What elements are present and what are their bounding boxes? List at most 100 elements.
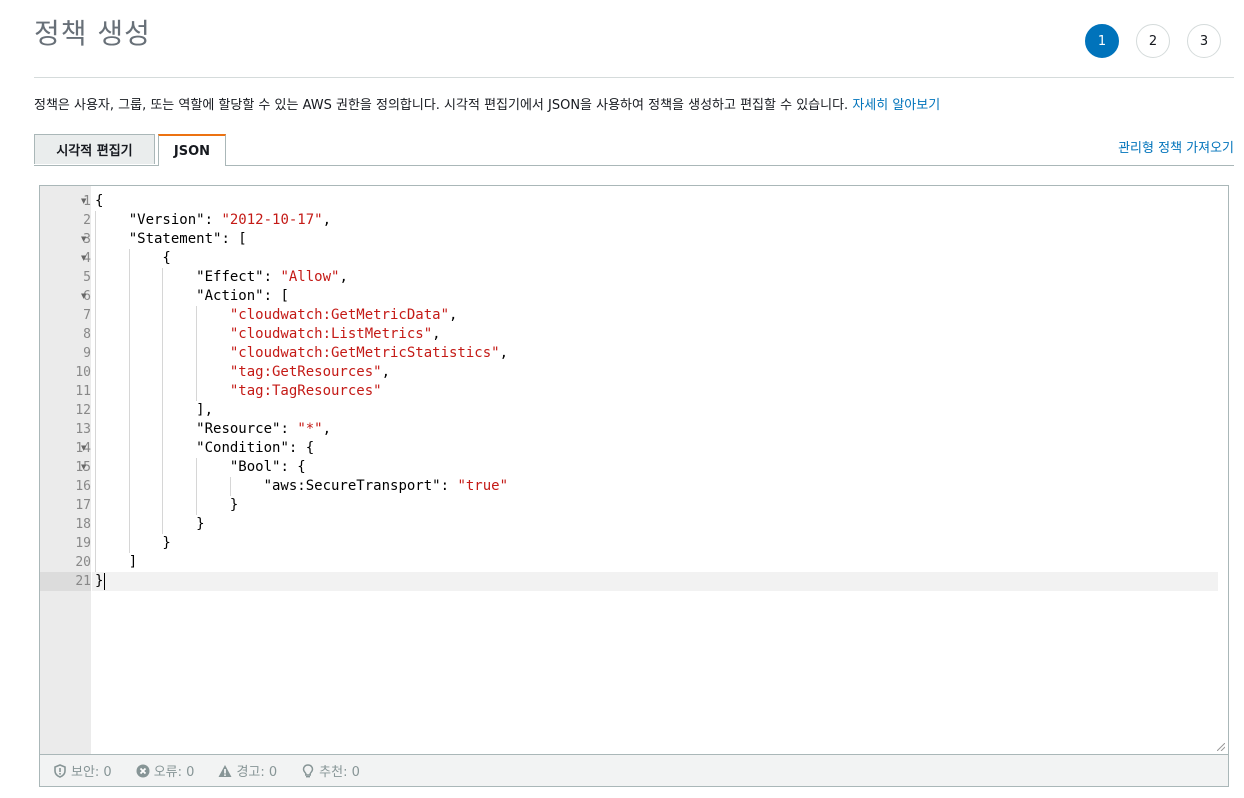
line-number: 2: [83, 213, 91, 228]
code-line: {: [95, 249, 508, 268]
key-token: "Action": [196, 288, 264, 304]
punctuation-token: {: [95, 193, 104, 209]
key-token: "Effect": [196, 269, 264, 285]
status-warnings-label: 경고: 0: [236, 765, 278, 780]
status-errors-label: 오류: 0: [153, 765, 195, 780]
punctuation-token: [95, 459, 230, 475]
line-number: 16: [75, 479, 91, 494]
validation-status-bar: 보안: 0 오류: 0 경고: 0 추천: 0: [39, 755, 1229, 787]
string-token: "2012-10-17": [221, 212, 323, 228]
header-divider: [34, 77, 1234, 78]
line-number: 18: [75, 517, 91, 532]
punctuation-token: }: [95, 497, 239, 513]
key-token: "Condition": [196, 440, 289, 456]
tab-json[interactable]: JSON: [158, 134, 226, 166]
punctuation-token: [95, 345, 230, 361]
code-line: "cloudwatch:ListMetrics",: [95, 325, 508, 344]
lightbulb-icon: [302, 763, 314, 777]
punctuation-token: }: [95, 535, 171, 551]
key-token: "Statement": [128, 231, 222, 247]
punctuation-token: [95, 307, 230, 323]
punctuation-token: [95, 212, 129, 228]
string-token: "cloudwatch:GetMetricStatistics": [229, 345, 500, 361]
page-title: 정책 생성: [34, 17, 151, 50]
line-number-gutter: 1 ▼ 2 3 ▼ 4 ▼ 5 6 ▼ 7 8 9 10 11 12 13 14 ▼ 15 ▼ 16 17 18 19 20 21: [40, 186, 91, 754]
tab-visual-editor[interactable]: 시각적 편집기: [34, 134, 155, 164]
code-line: ],: [95, 401, 508, 420]
status-warnings: 경고: 0: [218, 761, 277, 780]
code-line: "cloudwatch:GetMetricStatistics",: [95, 344, 508, 363]
status-suggestions: 추천: 0: [301, 761, 360, 780]
step-1[interactable]: 1: [1085, 24, 1119, 58]
string-token: "cloudwatch:GetMetricData": [229, 307, 450, 323]
key-token: "Bool": [229, 459, 281, 475]
line-number: 21: [40, 572, 91, 591]
warning-icon: [218, 764, 232, 777]
fold-toggle-icon[interactable]: ▼: [81, 230, 86, 249]
json-code-editor[interactable]: 1 ▼ 2 3 ▼ 4 ▼ 5 6 ▼ 7 8 9 10 11 12 13 14 ▼ 15 ▼ 16 17 18 19 20 21 …: [39, 185, 1229, 755]
punctuation-token: ,: [322, 212, 332, 228]
line-number: 19: [75, 536, 91, 551]
line-number: 5: [83, 270, 91, 285]
key-token: "Version": [128, 212, 205, 228]
code-line: "tag:TagResources": [95, 382, 508, 401]
code-line: "Statement": [: [95, 230, 508, 249]
fold-toggle-icon[interactable]: ▼: [81, 287, 86, 306]
punctuation-token: :: [263, 269, 281, 285]
line-number: 13: [75, 422, 91, 437]
punctuation-token: : {: [280, 459, 306, 475]
fold-toggle-icon[interactable]: ▼: [81, 439, 86, 458]
line-number: 7: [83, 308, 91, 323]
code-line: }: [95, 496, 508, 515]
code-line: }: [95, 534, 508, 553]
punctuation-token: [95, 440, 196, 456]
fold-toggle-icon[interactable]: ▼: [81, 192, 86, 211]
code-line: "Resource": "*",: [95, 420, 508, 439]
step-2[interactable]: 2: [1136, 24, 1170, 58]
line-number: 12: [75, 403, 91, 418]
punctuation-token: [95, 231, 129, 247]
punctuation-token: ,: [381, 364, 391, 380]
string-token: "tag:GetResources": [229, 364, 382, 380]
punctuation-token: [95, 383, 230, 399]
punctuation-token: }: [95, 516, 205, 532]
string-token: "tag:TagResources": [229, 383, 382, 399]
code-line: "Version": "2012-10-17",: [95, 211, 508, 230]
line-number: 11: [75, 384, 91, 399]
string-token: "cloudwatch:ListMetrics": [229, 326, 433, 342]
fold-toggle-icon[interactable]: ▼: [81, 249, 86, 268]
line-number: 17: [75, 498, 91, 513]
punctuation-token: ,: [322, 421, 332, 437]
import-managed-policy-link[interactable]: 관리형 정책 가져오기: [1118, 137, 1234, 156]
string-token: "*": [297, 421, 323, 437]
description-text: 정책은 사용자, 그룹, 또는 역할에 할당할 수 있는 AWS 권한을 정의합…: [34, 98, 853, 113]
resize-handle-icon[interactable]: [1217, 743, 1225, 751]
line-number: 10: [75, 365, 91, 380]
step-3[interactable]: 3: [1187, 24, 1221, 58]
key-token: "aws:SecureTransport": [263, 478, 441, 494]
code-line: ]: [95, 553, 508, 572]
wizard-steps: 1 2 3: [1085, 24, 1221, 58]
shield-icon: [54, 763, 66, 778]
string-token: "Allow": [280, 269, 340, 285]
status-security: 보안: 0: [53, 761, 112, 780]
punctuation-token: [95, 326, 230, 342]
code-area[interactable]: { "Version": "2012-10-17", "Statement": …: [95, 192, 508, 591]
punctuation-token: [95, 421, 196, 437]
punctuation-token: :: [440, 478, 458, 494]
code-line: "Condition": {: [95, 439, 508, 458]
punctuation-token: ],: [95, 402, 214, 418]
status-security-label: 보안: 0: [71, 765, 112, 780]
punctuation-token: ,: [449, 307, 458, 323]
punctuation-token: : {: [288, 440, 315, 456]
punctuation-token: : [: [263, 288, 289, 304]
punctuation-token: }: [95, 573, 104, 589]
string-token: "true": [457, 478, 509, 494]
fold-toggle-icon[interactable]: ▼: [81, 458, 86, 477]
key-token: "Resource": [196, 421, 281, 437]
learn-more-link[interactable]: 자세히 알아보기: [852, 98, 940, 113]
code-line: "Effect": "Allow",: [95, 268, 508, 287]
policy-description: 정책은 사용자, 그룹, 또는 역할에 할당할 수 있는 AWS 권한을 정의합…: [34, 94, 940, 113]
punctuation-token: [95, 288, 196, 304]
punctuation-token: [95, 364, 230, 380]
